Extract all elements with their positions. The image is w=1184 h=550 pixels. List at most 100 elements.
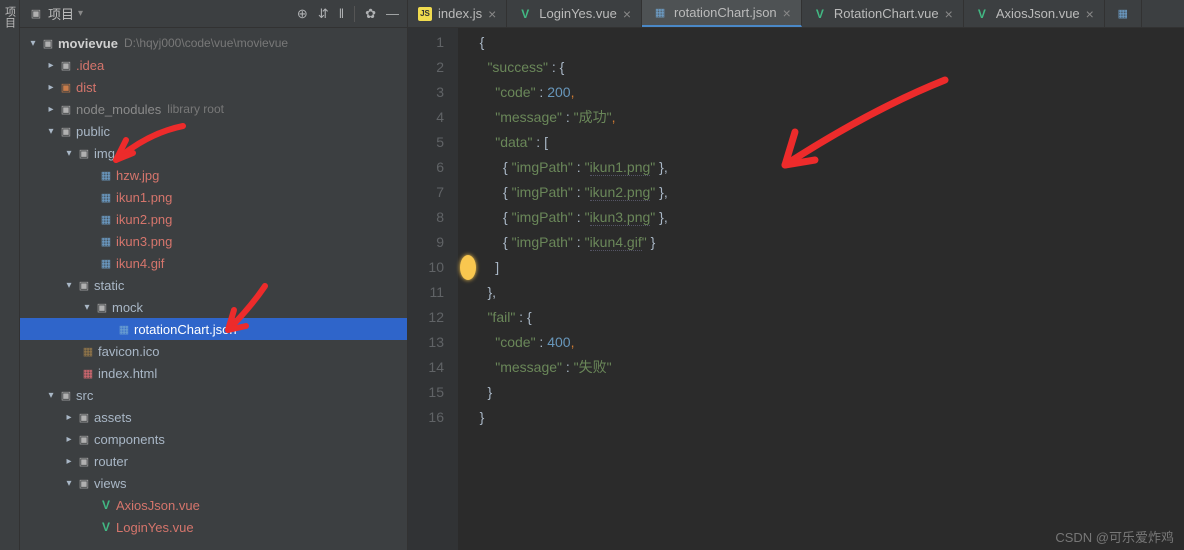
split-icon[interactable]: ‖: [339, 6, 344, 22]
tree-item-node-modules[interactable]: ▸ ▣ node_modules library root: [20, 98, 407, 120]
tree-item-views[interactable]: ▾▣views: [20, 472, 407, 494]
tab-rotation-chart-vue[interactable]: VRotationChart.vue×: [802, 0, 964, 27]
folder-icon: ▣: [76, 453, 92, 469]
hide-icon[interactable]: —: [386, 6, 399, 22]
tree-item-dist[interactable]: ▸ ▣ dist: [20, 76, 407, 98]
chevron-down-icon[interactable]: ▾: [62, 148, 76, 159]
tree-item-router[interactable]: ▸▣router: [20, 450, 407, 472]
close-icon[interactable]: ×: [945, 6, 953, 22]
code-line: { "imgPath" : "ikun3.png" },: [468, 205, 668, 230]
code-editor[interactable]: 1234 5678 9101112 13141516 { "success" :…: [408, 28, 1184, 550]
folder-icon: ▣: [76, 145, 92, 161]
code-line: { "imgPath" : "ikun2.png" },: [468, 180, 668, 205]
chevron-down-icon[interactable]: ▾: [44, 390, 58, 401]
tree-file[interactable]: ▦ikun3.png: [20, 230, 407, 252]
tree-file[interactable]: ▦ikun4.gif: [20, 252, 407, 274]
folder-icon: ▣: [76, 277, 92, 293]
close-icon[interactable]: ×: [623, 6, 631, 22]
project-tool-window-stripe[interactable]: 项目: [0, 0, 20, 550]
tree-root[interactable]: ▾ ▣ movievue D:\hqyj000\code\vue\movievu…: [20, 32, 407, 54]
code-line: { "imgPath" : "ikun4.gif" }: [468, 230, 668, 255]
dropdown-icon: ▾: [78, 8, 83, 19]
watermark: CSDN @可乐爱炸鸡: [1055, 527, 1174, 546]
tree-file-favicon[interactable]: ▦favicon.ico: [20, 340, 407, 362]
tree-item-public[interactable]: ▾ ▣ public: [20, 120, 407, 142]
project-sidebar: ▣ 项目 ▾ ⊕ ⇵ ‖ ✿ — ▾ ▣ movievue D:\hqyj000…: [20, 0, 408, 550]
chevron-right-icon[interactable]: ▸: [44, 60, 58, 71]
folder-icon: ▣: [58, 57, 74, 73]
sidebar-title[interactable]: ▣ 项目 ▾: [28, 4, 291, 23]
locate-icon[interactable]: ⊕: [297, 6, 308, 22]
code-line: ]: [468, 255, 668, 280]
tree-file-vue[interactable]: VLoginYes.vue: [20, 516, 407, 538]
editor-area: JSindex.js× VLoginYes.vue× ▦rotationChar…: [408, 0, 1184, 550]
chevron-down-icon[interactable]: ▾: [44, 126, 58, 137]
tree-item-mock[interactable]: ▾ ▣ mock: [20, 296, 407, 318]
sidebar-tools: ⊕ ⇵ ‖ ✿ —: [297, 6, 399, 22]
project-tree[interactable]: ▾ ▣ movievue D:\hqyj000\code\vue\movievu…: [20, 28, 407, 550]
folder-icon: ▣: [58, 387, 74, 403]
folder-icon: ▣: [58, 101, 74, 117]
code-content[interactable]: { "success" : { "code" : 200, "message" …: [458, 28, 668, 550]
tab-index-js[interactable]: JSindex.js×: [408, 0, 507, 27]
vue-icon: V: [98, 497, 114, 513]
editor-tabs: JSindex.js× VLoginYes.vue× ▦rotationChar…: [408, 0, 1184, 28]
expand-icon[interactable]: ⇵: [318, 6, 329, 22]
folder-icon: ▣: [58, 123, 74, 139]
sidebar-header: ▣ 项目 ▾ ⊕ ⇵ ‖ ✿ —: [20, 0, 407, 28]
tree-file-index-html[interactable]: ▦index.html: [20, 362, 407, 384]
chevron-right-icon[interactable]: ▸: [62, 434, 76, 445]
folder-icon: ▣: [58, 79, 74, 95]
code-line: { "imgPath" : "ikun1.png" },: [468, 155, 668, 180]
code-line: "success" : {: [468, 55, 668, 80]
code-line: },: [468, 280, 668, 305]
code-line: "data" : [: [468, 130, 668, 155]
stripe-label: 项目: [2, 6, 18, 28]
tree-item-src[interactable]: ▾ ▣ src: [20, 384, 407, 406]
line-gutter: 1234 5678 9101112 13141516: [408, 28, 458, 550]
vue-icon: V: [98, 519, 114, 535]
tree-item-static[interactable]: ▾ ▣ static: [20, 274, 407, 296]
tree-item-components[interactable]: ▸▣components: [20, 428, 407, 450]
tree-file[interactable]: ▦ikun1.png: [20, 186, 407, 208]
image-icon: ▦: [98, 189, 114, 205]
tree-item-img[interactable]: ▾ ▣ img: [20, 142, 407, 164]
tree-file-rotation-chart[interactable]: ▦ rotationChart.json: [20, 318, 407, 340]
image-icon: ▦: [98, 233, 114, 249]
tree-item-assets[interactable]: ▸▣assets: [20, 406, 407, 428]
tab-login-yes[interactable]: VLoginYes.vue×: [507, 0, 642, 27]
code-line: "message" : "失败": [468, 355, 668, 380]
tab-overflow[interactable]: ▦: [1105, 0, 1142, 27]
chevron-down-icon[interactable]: ▾: [62, 478, 76, 489]
code-line: }: [468, 405, 668, 430]
image-icon: ▦: [98, 255, 114, 271]
tree-file[interactable]: ▦hzw.jpg: [20, 164, 407, 186]
folder-icon: ▣: [94, 299, 110, 315]
close-icon[interactable]: ×: [1086, 6, 1094, 22]
chevron-down-icon[interactable]: ▾: [62, 280, 76, 291]
chevron-right-icon[interactable]: ▸: [62, 456, 76, 467]
chevron-down-icon[interactable]: ▾: [80, 302, 94, 313]
gear-icon[interactable]: ✿: [365, 6, 376, 22]
vue-icon: V: [974, 6, 990, 22]
json-icon: ▦: [652, 5, 668, 21]
intention-bulb-icon[interactable]: [460, 255, 476, 280]
tab-axios-json[interactable]: VAxiosJson.vue×: [964, 0, 1105, 27]
tree-file-vue[interactable]: VAxiosJson.vue: [20, 494, 407, 516]
project-icon: ▣: [28, 6, 44, 22]
tree-file[interactable]: ▦ikun2.png: [20, 208, 407, 230]
chevron-right-icon[interactable]: ▸: [62, 412, 76, 423]
chevron-right-icon[interactable]: ▸: [44, 104, 58, 115]
chevron-right-icon[interactable]: ▸: [44, 82, 58, 93]
tab-rotation-chart[interactable]: ▦rotationChart.json×: [642, 0, 802, 27]
close-icon[interactable]: ×: [783, 5, 791, 21]
tree-item-idea[interactable]: ▸ ▣ .idea: [20, 54, 407, 76]
chevron-down-icon[interactable]: ▾: [26, 38, 40, 49]
folder-icon: ▣: [40, 35, 56, 51]
json-icon: ▦: [116, 321, 132, 337]
folder-icon: ▣: [76, 475, 92, 491]
close-icon[interactable]: ×: [488, 6, 496, 22]
vue-icon: V: [812, 6, 828, 22]
code-line: {: [468, 30, 668, 55]
image-icon: ▦: [98, 167, 114, 183]
